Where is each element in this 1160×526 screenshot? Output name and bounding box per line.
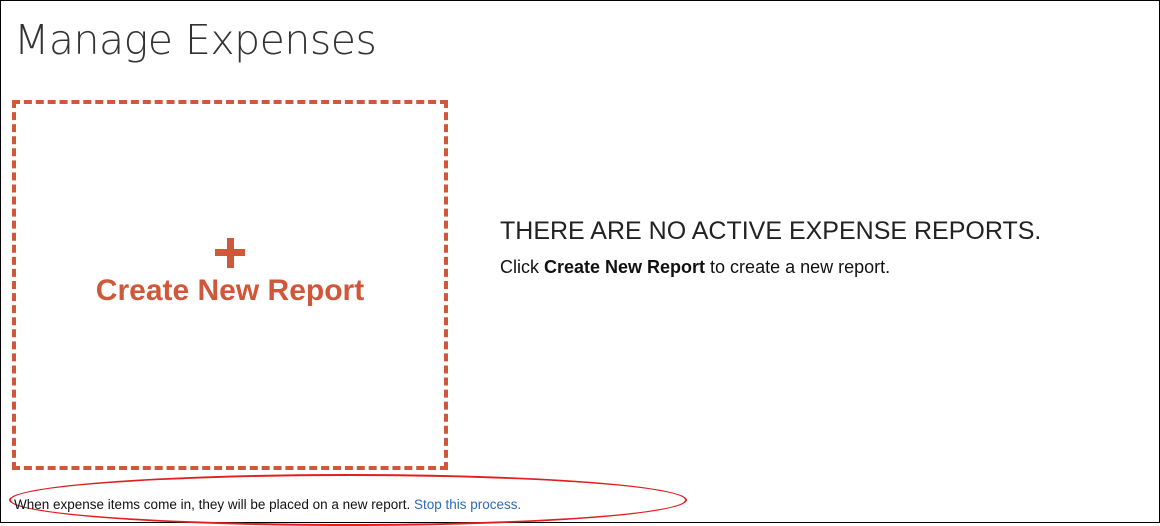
page-title: Manage Expenses <box>14 16 377 64</box>
empty-state-hint-suffix: to create a new report. <box>705 257 891 277</box>
empty-state-hint: Click Create New Report to create a new … <box>500 257 890 278</box>
empty-state-hint-prefix: Click <box>500 257 544 277</box>
stop-this-process-link[interactable]: Stop this process. <box>414 497 521 512</box>
auto-report-notice: When expense items come in, they will be… <box>14 497 521 512</box>
notice-text: When expense items come in, they will be… <box>14 497 414 512</box>
empty-state-hint-bold: Create New Report <box>544 257 706 277</box>
create-new-report-label: Create New Report <box>95 274 365 307</box>
empty-state-heading: THERE ARE NO ACTIVE EXPENSE REPORTS. <box>500 217 1042 245</box>
create-new-report-button[interactable]: Create New Report <box>12 100 448 470</box>
plus-icon <box>215 238 245 268</box>
